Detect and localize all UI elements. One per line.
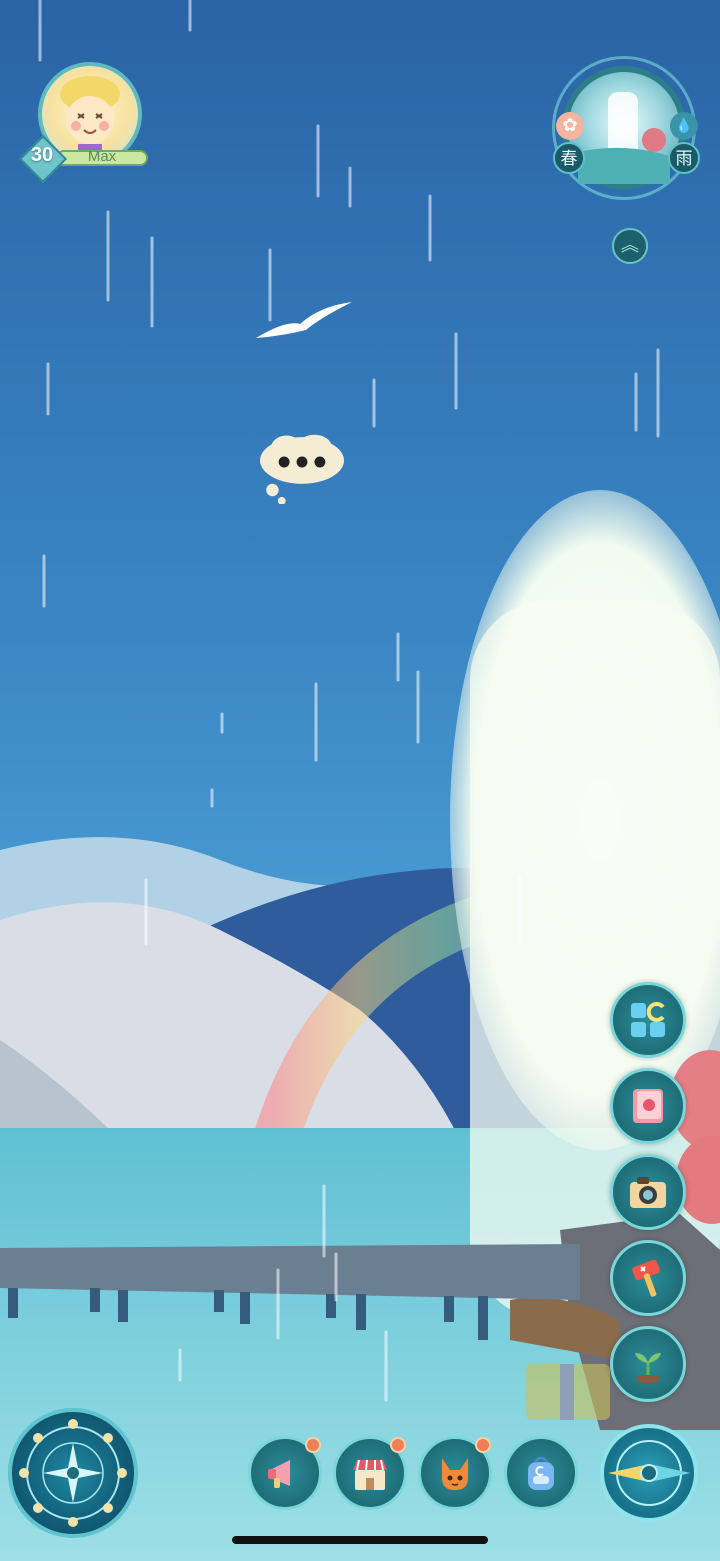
xp-label: Max: [87, 148, 117, 165]
encyclopedia-button[interactable]: [610, 1068, 686, 1144]
thought-bubble[interactable]: [246, 434, 358, 504]
background-scene: [0, 0, 720, 1561]
cherry-blossom-icon: ✿: [556, 112, 584, 140]
backpack-icon: [528, 1456, 554, 1490]
level-number: 30: [30, 144, 54, 166]
waterfall-scene-icon: [578, 92, 670, 184]
announcement-button[interactable]: [248, 1436, 322, 1510]
inventory-button[interactable]: [504, 1436, 578, 1510]
navigate-button[interactable]: [600, 1424, 698, 1522]
layout-menu-button[interactable]: [610, 982, 686, 1058]
raindrops-icon: 💧: [670, 112, 698, 140]
shop-icon: [353, 1459, 387, 1490]
flower-book-icon: [633, 1089, 663, 1123]
double-chevron-up-icon: ︽: [621, 235, 639, 256]
home-indicator[interactable]: [232, 1536, 488, 1544]
camera-button[interactable]: [610, 1154, 686, 1230]
layout-c-icon: [631, 1002, 665, 1037]
companion-button[interactable]: [418, 1436, 492, 1510]
expand-up-button[interactable]: ︽: [612, 228, 648, 264]
game-scene: [0, 0, 720, 1561]
hammer-icon: [632, 1259, 660, 1297]
megaphone-icon: [268, 1460, 290, 1488]
build-button[interactable]: [610, 1240, 686, 1316]
camera-icon: [630, 1177, 666, 1208]
weather-label: 雨: [668, 142, 700, 174]
notification-dot: [305, 1437, 321, 1453]
compass-rose-icon: [19, 1419, 127, 1527]
shop-button[interactable]: [333, 1436, 407, 1510]
garden-button[interactable]: [610, 1326, 686, 1402]
season-label: 春: [553, 142, 585, 174]
notification-dot: [390, 1437, 406, 1453]
sprout-icon: [635, 1353, 661, 1383]
notification-dot: [475, 1437, 491, 1453]
fox-icon: [442, 1458, 468, 1490]
compass-needle-icon: [608, 1440, 690, 1506]
map-button[interactable]: [8, 1408, 138, 1538]
